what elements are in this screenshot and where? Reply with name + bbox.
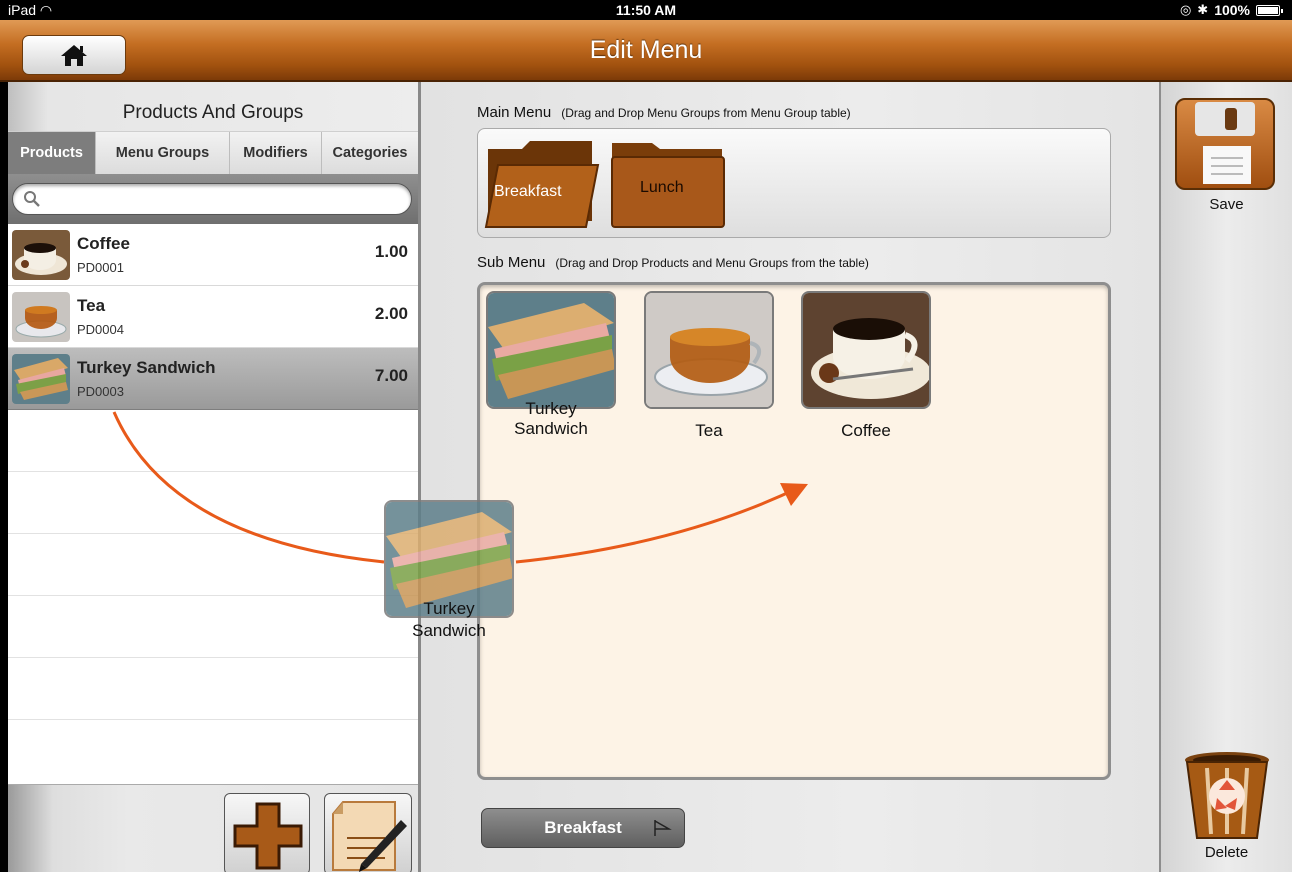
folder-label: Breakfast xyxy=(494,183,562,200)
menu-editor: Main Menu (Drag and Drop Menu Groups from… xyxy=(421,82,1159,872)
add-product-button[interactable] xyxy=(224,793,310,872)
tab-bar: Products Menu Groups Modifiers Categorie… xyxy=(8,132,418,174)
folder-label: Lunch xyxy=(640,179,684,196)
submenu-item[interactable]: Coffee xyxy=(801,291,931,441)
submenu-item[interactable]: Turkey Sandwich xyxy=(486,291,616,439)
delete-label: Delete xyxy=(1204,844,1249,861)
main-menu-hint: (Drag and Drop Menu Groups from Menu Gro… xyxy=(561,106,851,120)
sandwich-image xyxy=(486,291,616,409)
trash-icon[interactable] xyxy=(1179,750,1275,842)
flag-icon xyxy=(654,820,672,836)
menu-group-breakfast[interactable]: Breakfast xyxy=(484,135,602,229)
save-button[interactable] xyxy=(1175,98,1275,190)
battery-icon xyxy=(1256,4,1283,16)
status-right: ◎ ✱ 100% xyxy=(1179,2,1283,18)
product-code: PD0004 xyxy=(77,322,124,337)
search-icon xyxy=(24,191,40,207)
page-title: Edit Menu xyxy=(589,36,703,64)
status-time: 11:50 AM xyxy=(615,2,677,18)
panel-title: Products And Groups xyxy=(122,102,304,123)
list-item[interactable]: Turkey Sandwich PD0003 7.00 xyxy=(8,348,418,410)
main-menu-dropzone[interactable]: Breakfast Lunch xyxy=(477,128,1111,238)
product-price: 2.00 xyxy=(374,304,408,323)
products-panel: Products And Groups Products Menu Groups… xyxy=(8,82,418,872)
main-menu-label: Main Menu (Drag and Drop Menu Groups from… xyxy=(477,104,851,121)
product-name: Tea xyxy=(77,296,106,315)
empty-row xyxy=(8,596,418,658)
list-item[interactable]: Tea PD0004 2.00 xyxy=(8,286,418,348)
product-price: 1.00 xyxy=(374,242,408,261)
sub-menu-label: Sub Menu (Drag and Drop Products and Menu… xyxy=(477,254,869,271)
edit-product-button[interactable] xyxy=(324,793,412,872)
submenu-item[interactable]: Tea xyxy=(644,291,774,441)
coffee-image xyxy=(801,291,931,409)
status-bar: iPad ◠ 11:50 AM ◎ ✱ 100% xyxy=(0,0,1292,20)
panel-header: Products And Groups xyxy=(8,82,418,132)
sub-menu-dropzone[interactable]: Turkey Sandwich Tea Coffee xyxy=(477,282,1111,780)
tab-menu-groups[interactable]: Menu Groups xyxy=(96,132,230,174)
coffee-image xyxy=(12,230,70,280)
folder-open-icon xyxy=(484,141,600,228)
save-label: Save xyxy=(1209,196,1244,213)
battery-percent: 100% xyxy=(1214,2,1250,18)
menu-group-lunch[interactable]: Lunch xyxy=(610,135,726,229)
empty-row xyxy=(8,534,418,596)
navigation-bar: Edit Menu xyxy=(0,20,1292,82)
submenu-caption: Coffee xyxy=(841,421,891,440)
product-code: PD0001 xyxy=(77,260,124,275)
drag-caption: Turkey Sandwich xyxy=(412,599,486,640)
tea-image xyxy=(644,291,774,409)
search-input[interactable] xyxy=(12,183,412,215)
search-bar xyxy=(8,174,418,224)
sub-menu-hint: (Drag and Drop Products and Menu Groups … xyxy=(555,256,869,270)
product-code: PD0003 xyxy=(77,384,124,399)
panel-footer xyxy=(8,784,418,872)
submenu-caption: Tea xyxy=(695,421,723,440)
product-name: Turkey Sandwich xyxy=(77,358,216,377)
sandwich-image xyxy=(12,354,70,404)
plus-icon xyxy=(233,802,303,870)
product-name: Coffee xyxy=(77,234,130,253)
floppy-disk-icon xyxy=(1195,102,1255,184)
empty-row xyxy=(8,472,418,534)
lock-rotation-icon: ◎ xyxy=(1179,2,1192,17)
product-list: Coffee PD0001 1.00 Tea PD0004 2.00 Turke… xyxy=(8,224,418,720)
empty-row xyxy=(8,658,418,720)
empty-row xyxy=(8,410,418,472)
bluetooth-icon: ✱ xyxy=(1197,2,1209,17)
tab-products[interactable]: Products xyxy=(8,132,96,174)
drag-preview[interactable]: Turkey Sandwich xyxy=(384,500,516,640)
edit-note-icon xyxy=(332,801,407,872)
actions-panel: Save Delete xyxy=(1161,82,1292,872)
tab-modifiers[interactable]: Modifiers xyxy=(230,132,322,174)
list-item[interactable]: Coffee PD0001 1.00 xyxy=(8,224,418,286)
menu-group-tab-breakfast[interactable]: Breakfast xyxy=(481,808,685,848)
tea-image xyxy=(12,292,70,342)
tab-categories[interactable]: Categories xyxy=(322,132,418,174)
product-price: 7.00 xyxy=(374,366,408,385)
